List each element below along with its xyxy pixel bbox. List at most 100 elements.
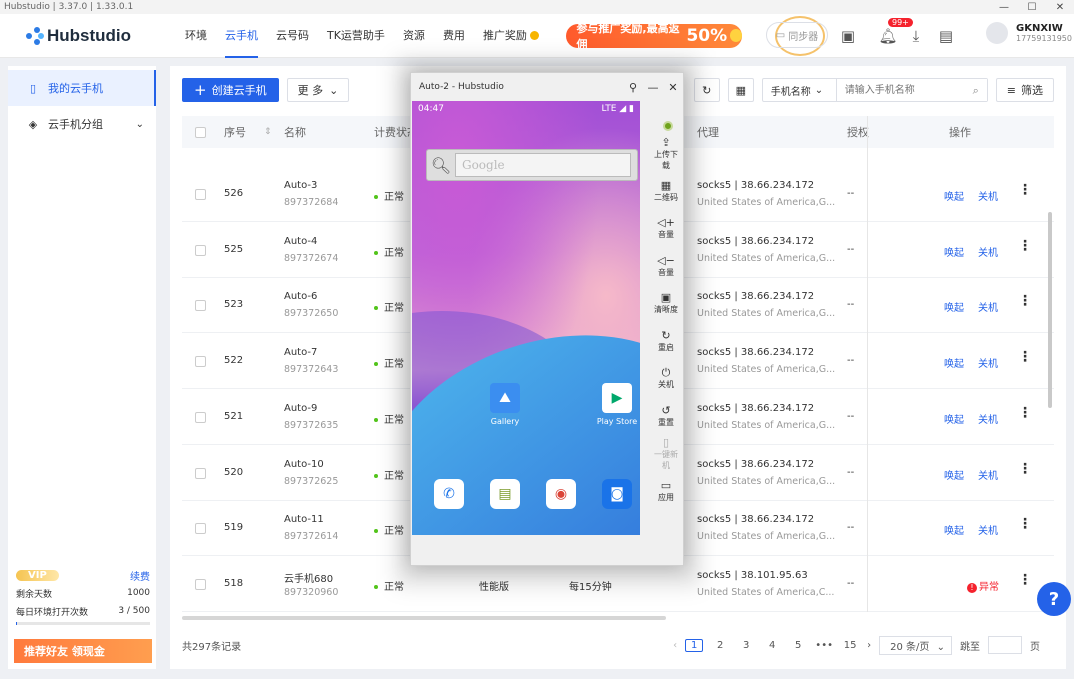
sort-icon[interactable]: ⇕ xyxy=(264,127,272,137)
gallery-app[interactable]: ⛰ Gallery xyxy=(480,383,530,426)
camera-icon[interactable]: ◙ xyxy=(602,479,632,509)
wake-button[interactable]: 唤起 xyxy=(944,522,964,537)
jump-input[interactable] xyxy=(988,636,1022,654)
page-5[interactable]: 5 xyxy=(789,640,807,651)
upload-download-tool[interactable]: ⇪ 上传下载 xyxy=(651,135,681,173)
prev-page-button[interactable]: ‹ xyxy=(673,640,677,651)
chrome-icon[interactable]: ◉ xyxy=(546,479,576,509)
select-all-checkbox[interactable] xyxy=(195,126,206,138)
search-field-select[interactable]: 手机名称 ⌄ xyxy=(763,79,837,101)
nav-billing[interactable]: 费用 xyxy=(434,14,474,58)
play-store-app[interactable]: ▶ Play Store xyxy=(592,383,640,426)
row-checkbox[interactable] xyxy=(195,578,206,590)
phone-dialer-icon[interactable]: ✆ xyxy=(434,479,464,509)
close-button[interactable]: ✕ xyxy=(1046,2,1074,13)
vertical-scrollbar[interactable] xyxy=(1048,212,1052,408)
row-checkbox[interactable] xyxy=(195,189,206,200)
more-button[interactable]: 更 多 ⌄ xyxy=(286,78,350,102)
google-search-field[interactable]: Google xyxy=(455,153,631,177)
page-2[interactable]: 2 xyxy=(711,640,729,651)
wake-button[interactable]: 唤起 xyxy=(944,244,964,259)
nav-environment[interactable]: 环境 xyxy=(176,14,216,58)
grid-view-button[interactable]: ▦ xyxy=(727,78,754,102)
search-icon[interactable]: ⌕ xyxy=(973,84,979,98)
row-checkbox[interactable] xyxy=(195,300,206,312)
phone-window-titlebar[interactable]: Auto-2 - Hubstudio ⚲ — ✕ xyxy=(411,73,683,101)
refer-banner[interactable]: 推荐好友 领现金 xyxy=(14,639,152,663)
row-name[interactable]: Auto-6 xyxy=(284,291,317,302)
pin-icon[interactable]: ⚲ xyxy=(623,81,643,94)
nav-resources[interactable]: 资源 xyxy=(394,14,434,58)
shutdown-button[interactable]: 关机 xyxy=(978,467,998,482)
search-input[interactable] xyxy=(836,79,987,101)
create-phone-button[interactable]: + 创建云手机 xyxy=(182,78,279,102)
page-3[interactable]: 3 xyxy=(737,640,755,651)
logo[interactable]: Hubstudio xyxy=(26,26,176,46)
help-button[interactable]: ? xyxy=(1037,582,1071,616)
restart-tool[interactable]: ↻ 重启 xyxy=(651,323,681,361)
row-name[interactable]: Auto-10 xyxy=(284,459,324,470)
shutdown-button[interactable]: 关机 xyxy=(978,188,998,203)
row-error-status[interactable]: ! 异常 xyxy=(967,578,999,593)
volume-down-tool[interactable]: ◁− 音量 xyxy=(651,248,681,286)
shutdown-button[interactable]: 关机 xyxy=(978,299,998,314)
shutdown-button[interactable]: 关机 xyxy=(978,244,998,259)
row-name[interactable]: Auto-3 xyxy=(284,180,317,191)
screen-icon[interactable]: ▣ xyxy=(838,26,858,46)
row-checkbox[interactable] xyxy=(195,244,206,256)
more-actions-icon[interactable]: ⋮ xyxy=(1018,405,1032,421)
row-name[interactable]: Auto-4 xyxy=(284,236,317,247)
qrcode-tool[interactable]: ▦ 二维码 xyxy=(651,173,681,211)
close-icon[interactable]: ✕ xyxy=(663,81,683,94)
row-checkbox[interactable] xyxy=(195,523,206,535)
wake-button[interactable]: 唤起 xyxy=(944,188,964,203)
row-name[interactable]: Auto-9 xyxy=(284,403,317,414)
phone-screen[interactable]: 04:47 LTE ◢ ▮ 🔍︎ Google ⛰ Gallery ▶ Play… xyxy=(412,101,640,535)
renew-link[interactable]: 续费 xyxy=(130,568,150,583)
shutdown-button[interactable]: 关机 xyxy=(978,411,998,426)
row-checkbox[interactable] xyxy=(195,411,206,423)
next-page-button[interactable]: › xyxy=(867,640,871,651)
wake-button[interactable]: 唤起 xyxy=(944,355,964,370)
page-1[interactable]: 1 xyxy=(685,638,704,652)
more-actions-icon[interactable]: ⋮ xyxy=(1018,293,1032,309)
horizontal-scrollbar[interactable] xyxy=(182,616,666,620)
page-ellipsis[interactable]: ••• xyxy=(815,640,833,651)
nav-tk-assistant[interactable]: TK运营助手 xyxy=(318,14,394,58)
more-actions-icon[interactable]: ⋮ xyxy=(1018,349,1032,365)
shutdown-button[interactable]: 关机 xyxy=(978,522,998,537)
more-actions-icon[interactable]: ⋮ xyxy=(1018,182,1032,198)
files-icon[interactable]: ▤ xyxy=(490,479,520,509)
new-device-tool[interactable]: ▯ 一键新机 xyxy=(651,435,681,473)
bell-icon[interactable]: 🔔︎ xyxy=(878,26,898,46)
shutdown-tool[interactable]: ⏻ 关机 xyxy=(651,360,681,398)
volume-up-tool[interactable]: ◁+ 音量 xyxy=(651,210,681,248)
header-seq[interactable]: 序号 xyxy=(224,124,246,140)
filter-button[interactable]: ≡ 筛选 xyxy=(995,78,1054,102)
wake-button[interactable]: 唤起 xyxy=(944,467,964,482)
resolution-tool[interactable]: ▣ 清晰度 xyxy=(651,285,681,323)
shutdown-button[interactable]: 关机 xyxy=(978,355,998,370)
promo-banner[interactable]: 参与推广奖励,最高返佣 50% xyxy=(566,22,743,51)
row-name[interactable]: Auto-7 xyxy=(284,347,317,358)
nav-cloud-number[interactable]: 云号码 xyxy=(267,14,318,58)
wake-button[interactable]: 唤起 xyxy=(944,411,964,426)
more-actions-icon[interactable]: ⋮ xyxy=(1018,238,1032,254)
sidebar-item-phone-groups[interactable]: ◈ 云手机分组 ⌄ xyxy=(8,106,156,142)
row-checkbox[interactable] xyxy=(195,356,206,368)
wake-button[interactable]: 唤起 xyxy=(944,299,964,314)
page-4[interactable]: 4 xyxy=(763,640,781,651)
row-name[interactable]: Auto-11 xyxy=(284,514,324,525)
reset-tool[interactable]: ↺ 重置 xyxy=(651,398,681,436)
sync-button[interactable]: ▭ 同步器 xyxy=(766,22,828,48)
row-name[interactable]: 云手机680 xyxy=(284,570,333,585)
more-actions-icon[interactable]: ⋮ xyxy=(1018,572,1032,588)
minimize-icon[interactable]: — xyxy=(643,81,663,94)
document-icon[interactable]: ▤ xyxy=(936,26,956,46)
sidebar-item-my-phones[interactable]: ▯ 我的云手机 xyxy=(8,70,156,106)
maximize-button[interactable]: ☐ xyxy=(1018,2,1046,13)
more-actions-icon[interactable]: ⋮ xyxy=(1018,461,1032,477)
download-icon[interactable]: ⤓ xyxy=(906,26,926,46)
nav-referral[interactable]: 推广奖励 xyxy=(474,14,549,58)
page-15[interactable]: 15 xyxy=(841,640,859,651)
